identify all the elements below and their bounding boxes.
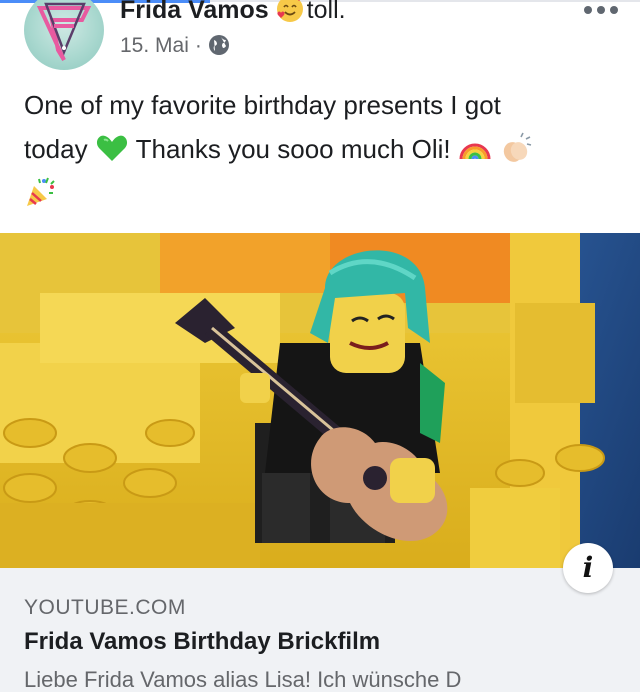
- meta-separator: ·: [194, 34, 202, 57]
- clapping-hands-icon: [499, 131, 533, 165]
- link-description: Liebe Frida Vamos alias Lisa! Ich wünsch…: [24, 667, 462, 692]
- post-header: Frida Vamos toll.: [120, 0, 346, 25]
- info-button[interactable]: i: [563, 543, 613, 593]
- more-options-button[interactable]: [584, 6, 618, 14]
- lego-guitar-image: [0, 233, 640, 568]
- party-popper-icon: [24, 175, 58, 209]
- dot-icon: [610, 6, 618, 14]
- post-text-segment: Thanks you sooo much Oli!: [135, 134, 451, 164]
- post-text-line2: today Thanks you sooo much Oli!: [24, 127, 614, 171]
- video-thumbnail[interactable]: [0, 233, 640, 568]
- link-title[interactable]: Frida Vamos Birthday Brickfilm: [24, 628, 380, 656]
- post-text-line1: One of my favorite birthday presents I g…: [24, 90, 501, 120]
- dot-icon: [597, 6, 605, 14]
- post-message: One of my favorite birthday presents I g…: [24, 83, 614, 215]
- link-preview[interactable]: YOUTUBE.COM Frida Vamos Birthday Brickfi…: [0, 568, 640, 692]
- post-meta: 15. Mai ·: [120, 34, 230, 58]
- avatar[interactable]: [24, 0, 104, 70]
- smiling-face-with-hearts-icon: [275, 0, 305, 24]
- link-domain: YOUTUBE.COM: [24, 596, 186, 619]
- author-name[interactable]: Frida Vamos: [120, 0, 269, 24]
- green-heart-icon: [95, 131, 129, 165]
- post-date[interactable]: 15. Mai: [120, 34, 189, 57]
- rainbow-icon: [458, 131, 492, 165]
- dot-icon: [584, 6, 592, 14]
- post-text-segment: today: [24, 134, 88, 164]
- avatar-logo-icon: [36, 2, 92, 62]
- globe-icon[interactable]: [208, 34, 230, 56]
- post-text-line3: [24, 171, 614, 215]
- feeling-text: toll.: [306, 0, 346, 24]
